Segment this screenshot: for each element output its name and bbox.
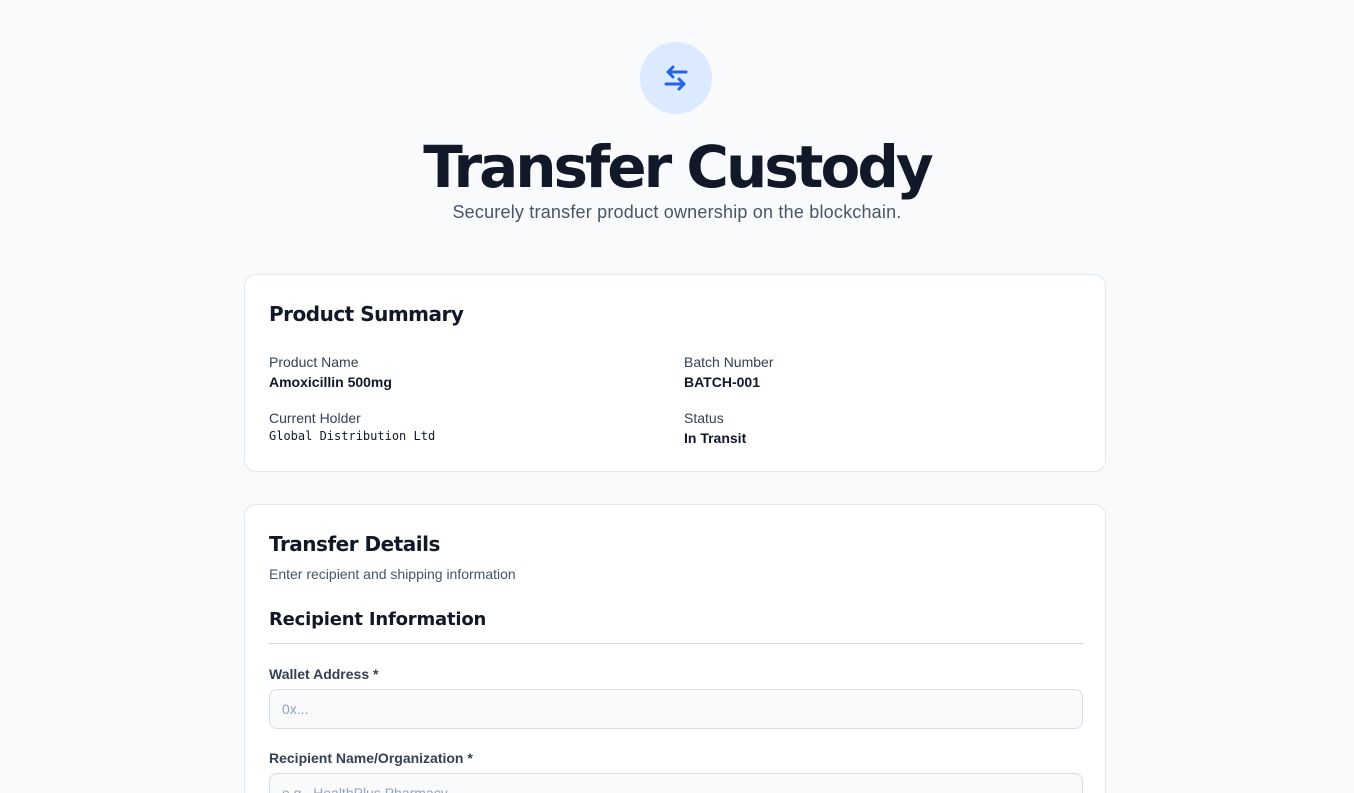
- product-name-label: Product Name: [269, 354, 359, 370]
- page-subtitle: Securely transfer product ownership on t…: [452, 202, 902, 222]
- current-holder-label: Current Holder: [269, 410, 361, 426]
- transfer-icon-badge: [640, 42, 712, 114]
- transfer-arrows-icon: [664, 65, 688, 91]
- transfer-custody-page: Transfer Custody Securely transfer produ…: [0, 0, 1354, 793]
- wallet-address-input[interactable]: [269, 689, 1083, 729]
- status-label: Status: [684, 410, 724, 426]
- product-summary-title: Product Summary: [269, 302, 464, 326]
- product-summary-card: Product Summary Product Name Amoxicillin…: [244, 274, 1106, 472]
- transfer-details-card: Transfer Details Enter recipient and shi…: [244, 504, 1106, 793]
- status-value: In Transit: [684, 430, 747, 446]
- recipient-name-input[interactable]: [269, 773, 1083, 793]
- batch-number-label: Batch Number: [684, 354, 774, 370]
- transfer-details-subtitle: Enter recipient and shipping information: [269, 566, 516, 582]
- wallet-address-label: Wallet Address *: [269, 666, 379, 682]
- current-holder-value: Global Distribution Ltd: [269, 429, 436, 443]
- section-divider: [269, 643, 1083, 644]
- batch-number-value: BATCH-001: [684, 374, 760, 390]
- page-title: Transfer Custody: [423, 133, 933, 201]
- product-name-value: Amoxicillin 500mg: [269, 374, 392, 390]
- recipient-information-heading: Recipient Information: [269, 609, 487, 630]
- transfer-details-title: Transfer Details: [269, 532, 440, 556]
- recipient-name-label: Recipient Name/Organization *: [269, 750, 473, 766]
